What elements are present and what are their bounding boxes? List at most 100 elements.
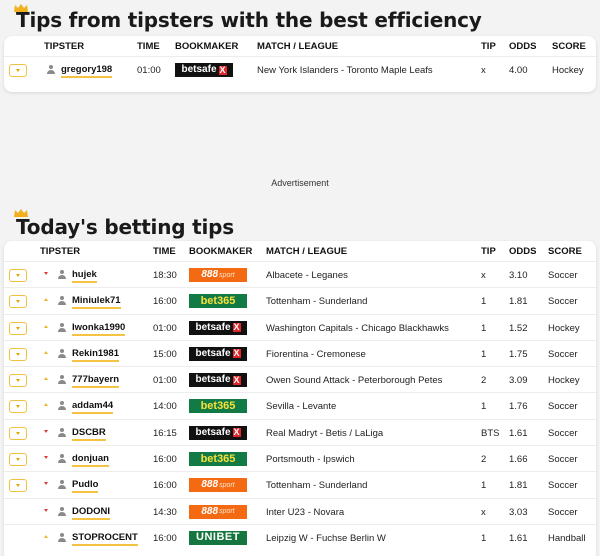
match-name[interactable]: Washington Capitals - Chicago Blackhawks — [266, 323, 449, 334]
sport-label: Soccer — [548, 348, 578, 360]
match-name[interactable]: Leipzig W - Fuchse Berlin W — [266, 533, 386, 544]
bookmaker-logo-betsafe[interactable]: betsafe X — [175, 63, 233, 77]
tipster-link[interactable]: STOPROCENT — [72, 532, 138, 546]
tipster-link[interactable]: Pudlo — [72, 479, 99, 494]
select-tip-checkbox[interactable] — [9, 479, 27, 493]
odds-value: 1.81 — [509, 480, 528, 492]
bookmaker-logo-betsafe[interactable]: betsafe X — [189, 373, 247, 388]
match-name[interactable]: Fiorentina - Cremonese — [266, 349, 366, 360]
match-time: 14:00 — [153, 401, 177, 413]
bookmaker-logo-betsafe[interactable]: betsafe X — [189, 320, 247, 335]
sport-label: Handball — [548, 532, 586, 544]
odds-value: 1.61 — [509, 427, 528, 439]
tipster-link[interactable]: gregory198 — [61, 64, 113, 78]
select-tip-checkbox[interactable] — [9, 400, 27, 414]
bookmaker-mark: sport — [219, 481, 235, 489]
best-rows: gregory198 01:00 betsafe X New York Islander… — [4, 56, 596, 84]
user-icon — [58, 348, 66, 359]
bookmaker-name: UNIBET — [196, 531, 240, 544]
match-name[interactable]: New York Islanders - Toronto Maple Leafs — [257, 65, 433, 76]
match-name[interactable]: Real Madryt - Betis / LaLiga — [266, 428, 383, 439]
bookmaker-mark: X — [232, 348, 241, 359]
tip-value: 1 — [481, 296, 487, 308]
col-score: SCORE — [548, 246, 582, 257]
select-tip-checkbox[interactable] — [9, 269, 27, 282]
tipster-link[interactable]: Miniulek71 — [72, 295, 121, 310]
odds-value: 3.03 — [509, 506, 528, 518]
tipster-link[interactable]: 777bayern — [72, 374, 120, 389]
select-tip-checkbox[interactable] — [9, 347, 27, 361]
bookmaker-mark: X — [232, 427, 241, 438]
bookmaker-name: betsafe — [181, 64, 217, 75]
trend-down-icon — [44, 482, 48, 486]
match-time: 01:00 — [137, 65, 161, 76]
match-name[interactable]: Inter U23 - Novara — [266, 507, 344, 518]
table-row: donjuan 16:00 bet365 Portsmouth - Ipswich 2 1… — [4, 445, 596, 471]
bookmaker-name: betsafe — [195, 347, 231, 359]
tip-value: x — [481, 270, 486, 281]
bookmaker-mark: sport — [219, 508, 235, 516]
user-icon — [58, 480, 66, 490]
tipster-link[interactable]: addam44 — [72, 400, 114, 415]
tipster-link[interactable]: Rekin1981 — [72, 348, 120, 362]
col-score: SCORE — [552, 41, 586, 52]
tip-value: 1 — [481, 480, 487, 492]
col-odds: ODDS — [509, 246, 537, 257]
bookmaker-logo-betsafe[interactable]: betsafe X — [189, 346, 247, 361]
tipster-link[interactable]: donjuan — [72, 453, 109, 468]
match-name[interactable]: Owen Sound Attack - Peterborough Petes — [266, 375, 442, 386]
match-time: 01:00 — [153, 322, 177, 334]
bookmaker-logo-unibet[interactable]: UNIBET — [189, 530, 247, 545]
bookmaker-name: 888 — [201, 479, 219, 491]
odds-value: 1.75 — [509, 348, 528, 360]
trend-up-icon — [44, 403, 48, 407]
select-tip-checkbox[interactable] — [9, 374, 27, 388]
tip-value: 1 — [481, 322, 487, 334]
tip-value: 1 — [481, 348, 487, 360]
col-tip: TIP — [481, 246, 496, 257]
sport-label: Hockey — [548, 322, 580, 334]
bookmaker-name: betsafe — [195, 426, 231, 438]
tipster-link[interactable]: Iwonka1990 — [72, 322, 126, 336]
trend-down-icon — [44, 429, 48, 433]
match-name[interactable]: Tottenham - Sunderland — [266, 296, 367, 307]
select-tip-checkbox[interactable] — [9, 453, 27, 467]
select-tip-checkbox[interactable] — [9, 295, 27, 309]
table-row: Iwonka1990 01:00 betsafe X Washington Capita… — [4, 313, 596, 340]
col-bookmaker: BOOKMAKER — [189, 246, 253, 257]
match-name[interactable]: Portsmouth - Ipswich — [266, 454, 355, 465]
user-icon — [58, 296, 66, 306]
trend-down-icon — [44, 272, 48, 275]
sport-label: Hockey — [552, 65, 584, 76]
trend-up-icon — [44, 298, 48, 302]
user-icon — [58, 401, 66, 411]
bookmaker-logo-betsafe[interactable]: betsafe X — [189, 425, 247, 440]
user-icon — [47, 65, 55, 75]
bookmaker-logo-888sport[interactable]: 888 sport — [189, 504, 247, 519]
match-time: 15:00 — [153, 348, 177, 360]
match-name[interactable]: Albacete - Leganes — [266, 270, 348, 281]
select-tip-checkbox[interactable] — [9, 321, 27, 335]
section-title: Today's betting tips — [16, 215, 234, 239]
tip-value: 2 — [481, 375, 487, 387]
select-tip-checkbox[interactable] — [9, 426, 27, 440]
bookmaker-logo-bet365[interactable]: bet365 — [189, 399, 247, 414]
bookmaker-logo-bet365[interactable]: bet365 — [189, 452, 247, 467]
bookmaker-logo-888sport[interactable]: 888 sport — [189, 268, 247, 282]
col-time: TIME — [137, 41, 160, 52]
bookmaker-mark: X — [232, 374, 241, 385]
select-tip-checkbox[interactable] — [9, 64, 27, 77]
bookmaker-logo-888sport[interactable]: 888 sport — [189, 478, 247, 493]
match-time: 16:00 — [153, 454, 177, 466]
tipster-link[interactable]: DODONI — [72, 506, 110, 520]
bookmaker-name: bet365 — [200, 399, 236, 412]
user-icon — [58, 270, 66, 280]
tipster-link[interactable]: DSCBR — [72, 427, 106, 441]
bookmaker-logo-bet365[interactable]: bet365 — [189, 294, 247, 309]
match-name[interactable]: Tottenham - Sunderland — [266, 480, 367, 491]
tipster-link[interactable]: hujek — [72, 269, 97, 283]
match-name[interactable]: Sevilla - Levante — [266, 401, 336, 412]
trend-up-icon — [44, 350, 48, 354]
match-time: 14:30 — [153, 506, 177, 518]
odds-value: 1.81 — [509, 296, 528, 308]
